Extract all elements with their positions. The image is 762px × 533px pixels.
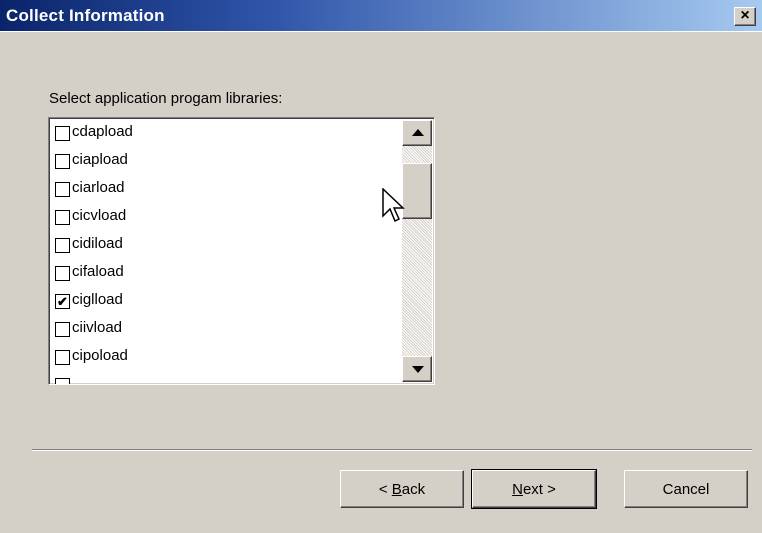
- scroll-up-button[interactable]: [402, 120, 432, 146]
- list-item[interactable]: cdapload: [52, 123, 402, 152]
- arrow-up-icon: [412, 129, 424, 136]
- scroll-thumb[interactable]: [402, 163, 432, 219]
- list-item[interactable]: cicvload: [52, 207, 402, 236]
- library-listbox[interactable]: cdapload ciapload ciarload cicvload cidi…: [48, 117, 435, 385]
- title-bar: Collect Information ×: [0, 0, 762, 31]
- checkbox[interactable]: [55, 378, 70, 384]
- scroll-down-button[interactable]: [402, 356, 432, 382]
- next-button-rest: ext >: [522, 480, 556, 498]
- checkbox[interactable]: [55, 238, 70, 253]
- list-item[interactable]: cidiload: [52, 235, 402, 264]
- next-button-accel: N: [512, 480, 523, 498]
- list-item[interactable]: ✔ ciglload: [52, 291, 402, 320]
- list-item-label: cdapload: [72, 123, 133, 140]
- list-item[interactable]: ciarload: [52, 179, 402, 208]
- list-item[interactable]: cifaload: [52, 263, 402, 292]
- close-icon: ×: [740, 7, 750, 24]
- list-item-label: ciarload: [72, 179, 125, 196]
- list-item-label: cifaload: [72, 263, 124, 280]
- back-button[interactable]: < Back: [340, 470, 464, 508]
- prompt-label: Select application progam libraries:: [49, 90, 283, 107]
- checkbox[interactable]: [55, 210, 70, 225]
- list-item-label: cidiload: [72, 235, 123, 252]
- back-button-accel: B: [391, 480, 402, 498]
- list-item[interactable]: cipoload: [52, 347, 402, 376]
- list-item-label: ciglload: [72, 291, 123, 308]
- list-item-label: cipoload: [72, 347, 128, 364]
- checkbox[interactable]: [55, 350, 70, 365]
- list-item-label: ciapload: [72, 151, 128, 168]
- divider: [0, 31, 762, 32]
- checkbox[interactable]: [55, 182, 70, 197]
- back-button-prefix: <: [378, 480, 392, 498]
- list-item[interactable]: ciapload: [52, 151, 402, 180]
- close-button[interactable]: ×: [734, 7, 756, 26]
- cancel-button[interactable]: Cancel: [624, 470, 748, 508]
- list-item-partial[interactable]: [52, 376, 402, 384]
- window-title: Collect Information: [6, 6, 165, 25]
- list-item[interactable]: ciivload: [52, 319, 402, 348]
- back-button-rest: ack: [401, 480, 426, 498]
- checkbox[interactable]: [55, 126, 70, 141]
- list-items: cdapload ciapload ciarload cicvload cidi…: [52, 123, 402, 384]
- mouse-pointer-icon: [382, 188, 405, 223]
- checkbox[interactable]: [55, 266, 70, 281]
- checkbox[interactable]: [55, 322, 70, 337]
- list-item-label: cicvload: [72, 207, 127, 224]
- list-item-label: ciivload: [72, 319, 123, 336]
- arrow-down-icon: [412, 366, 424, 373]
- checkbox-checked[interactable]: ✔: [55, 294, 70, 309]
- vertical-scrollbar[interactable]: [402, 120, 432, 382]
- separator-line: [32, 449, 752, 451]
- checkbox[interactable]: [55, 154, 70, 169]
- next-button[interactable]: Next >: [471, 469, 597, 509]
